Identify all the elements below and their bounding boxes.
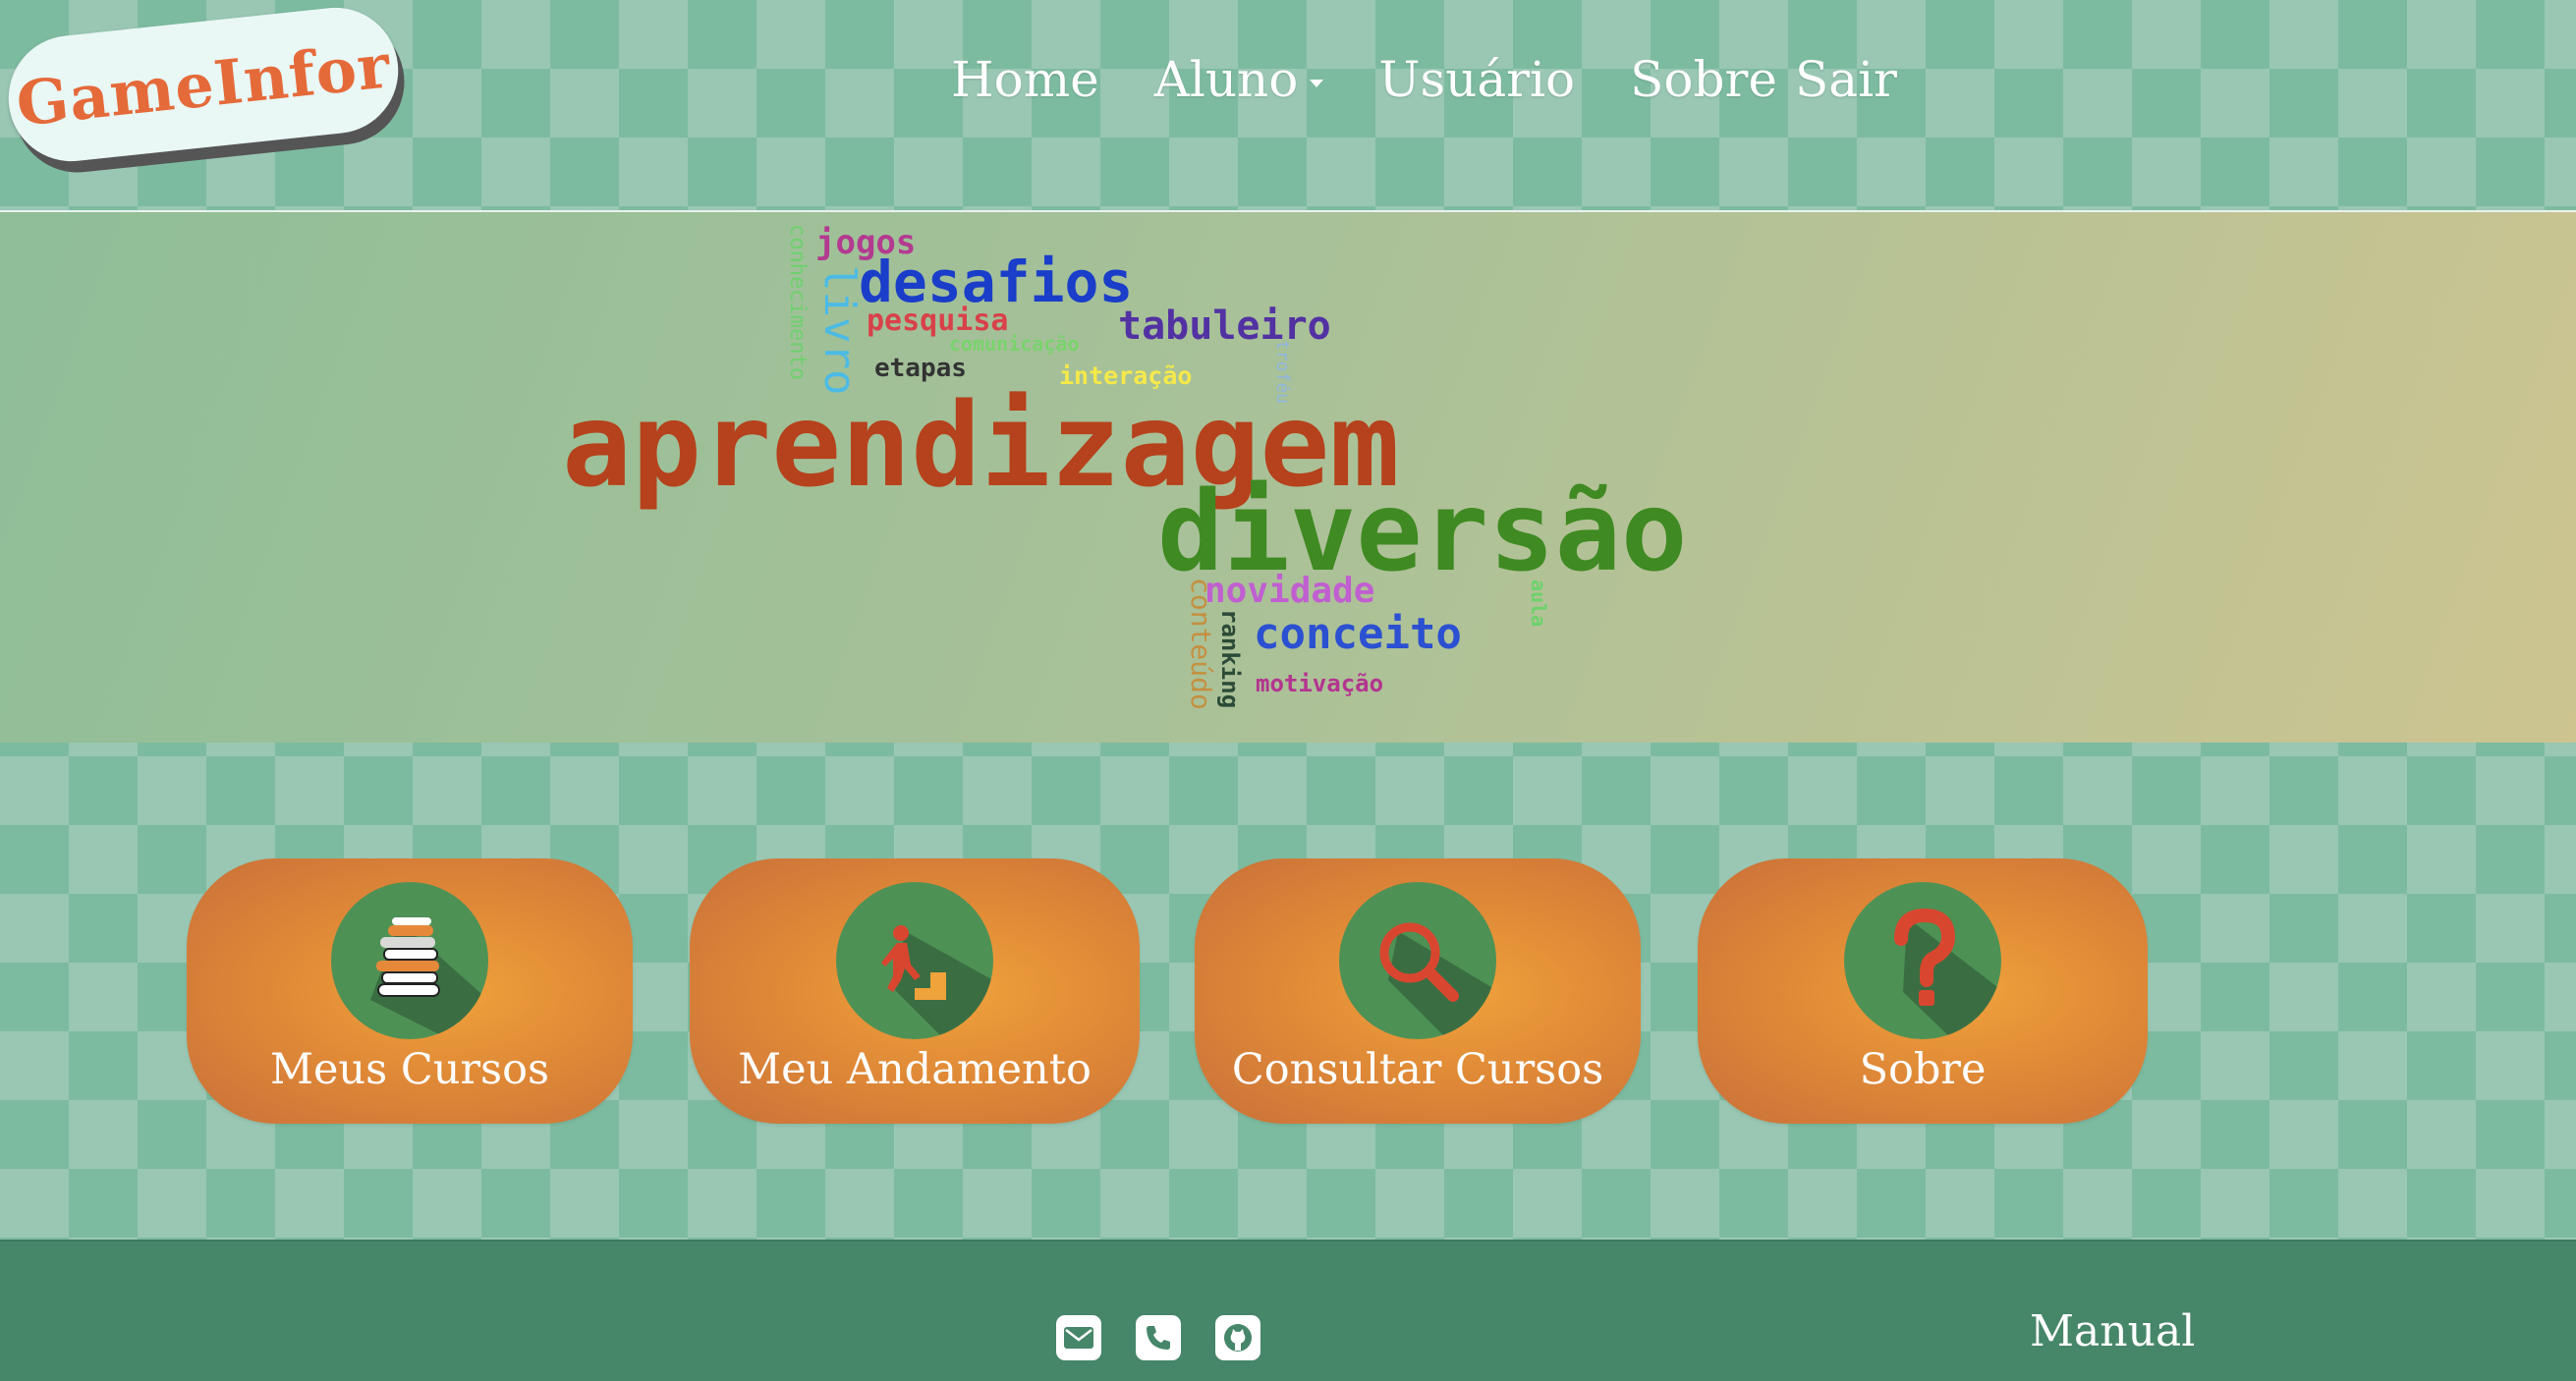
meu-andamento-label: Meu Andamento: [738, 1045, 1092, 1094]
nav-sair[interactable]: Sair: [1795, 51, 1897, 108]
manual-link[interactable]: Manual: [2030, 1306, 2195, 1356]
word-motivacao: motivação: [1256, 670, 1384, 697]
envelope-icon[interactable]: [1056, 1315, 1101, 1360]
word-ranking: ranking: [1216, 609, 1244, 709]
nav-aluno-label: Aluno: [1153, 51, 1299, 108]
sobre-card[interactable]: Sobre: [1698, 858, 2148, 1124]
books-icon: [331, 882, 488, 1039]
word-novidade: novidade: [1204, 571, 1375, 611]
consultar-cursos-label: Consultar Cursos: [1231, 1045, 1604, 1094]
phone-icon[interactable]: [1136, 1315, 1181, 1360]
footer: Manual: [0, 1240, 2576, 1381]
word-comunicacao: comunicação: [949, 332, 1080, 356]
sobre-label: Sobre: [1859, 1045, 1987, 1094]
question-mark-icon: [1844, 882, 2001, 1039]
logo[interactable]: GameInfor: [2, 1, 405, 168]
nav-usuario[interactable]: Usuário: [1378, 51, 1575, 108]
nav-aluno-dropdown[interactable]: Aluno: [1154, 51, 1324, 108]
word-conceito: conceito: [1254, 609, 1462, 659]
github-icon[interactable]: [1215, 1315, 1260, 1360]
word-tabuleiro: tabuleiro: [1118, 304, 1331, 349]
caret-down-icon: [1310, 80, 1324, 87]
logo-text: GameInfor: [13, 28, 394, 140]
person-climbing-stairs-icon: [836, 882, 993, 1039]
main-nav: Home Aluno Usuário Sobre Sair: [951, 51, 1952, 108]
word-conteudo: conteúdo: [1185, 578, 1217, 710]
word-aula: aula: [1527, 580, 1550, 628]
meu-andamento-card[interactable]: Meu Andamento: [690, 858, 1140, 1124]
nav-home[interactable]: Home: [951, 51, 1099, 108]
header: GameInfor Home Aluno Usuário Sobre Sair: [0, 0, 2576, 212]
word-livro: livro: [814, 265, 865, 396]
meus-cursos-label: Meus Cursos: [269, 1045, 550, 1094]
consultar-cursos-card[interactable]: Consultar Cursos: [1195, 858, 1641, 1124]
meus-cursos-card[interactable]: Meus Cursos: [187, 858, 633, 1124]
word-desafios: desafios: [859, 249, 1134, 315]
magnifier-icon: [1339, 882, 1496, 1039]
nav-sobre[interactable]: Sobre: [1630, 51, 1777, 108]
word-conhecimento: conhecimento: [785, 224, 810, 380]
word-cloud-banner: conhecimento jogos livro desafios pesqui…: [0, 212, 2576, 743]
